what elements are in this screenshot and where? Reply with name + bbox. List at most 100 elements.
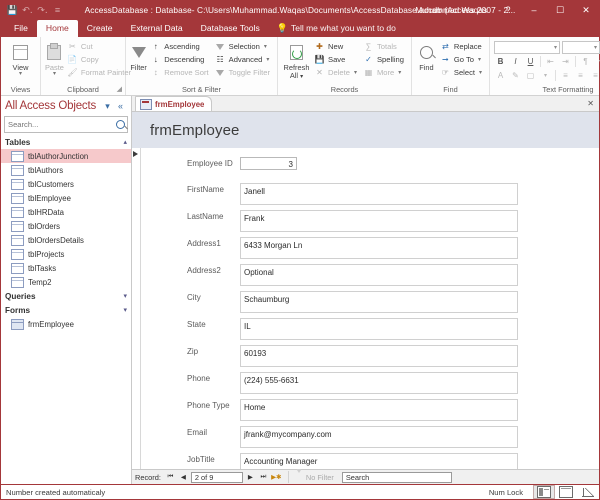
dialog-launcher-icon[interactable]: ◢ bbox=[117, 84, 122, 95]
record-search-input[interactable]: Search bbox=[342, 472, 452, 483]
minimize-button[interactable]: – bbox=[521, 1, 547, 19]
close-button[interactable]: ✕ bbox=[573, 1, 599, 19]
first-record-icon[interactable]: ⏮ bbox=[165, 472, 176, 483]
last-record-icon[interactable]: ⏭ bbox=[258, 472, 269, 483]
nav-group-forms[interactable]: Forms ▾ bbox=[1, 303, 131, 317]
help-icon[interactable]: ? bbox=[495, 1, 521, 19]
filter-button[interactable]: Filter bbox=[130, 39, 147, 72]
delete-record-button[interactable]: ✕ Delete ▾ bbox=[311, 66, 360, 79]
format-painter-button[interactable]: 🖌 Format Painter bbox=[64, 66, 134, 79]
state-field[interactable]: IL bbox=[240, 318, 518, 340]
nav-item-tblauthors[interactable]: tblAuthors bbox=[1, 163, 131, 177]
replace-button[interactable]: ⇄ Replace bbox=[437, 40, 485, 53]
advanced-button[interactable]: ☷ Advanced ▾ bbox=[212, 53, 273, 66]
go-to-button[interactable]: ➞ Go To ▾ bbox=[437, 53, 485, 66]
document-tab-frmemployee[interactable]: frmEmployee bbox=[135, 96, 212, 111]
chevron-down-icon[interactable]: ▾ bbox=[123, 306, 127, 314]
nav-item-frmemployee[interactable]: frmEmployee bbox=[1, 317, 131, 331]
jobtitle-field[interactable]: Accounting Manager bbox=[240, 453, 518, 469]
nav-group-queries[interactable]: Queries ▾ bbox=[1, 289, 131, 303]
navigation-object-list[interactable]: Tables ▴ tblAuthorJunction tblAuthors tb… bbox=[1, 135, 131, 484]
remove-sort-button[interactable]: ↕ Remove Sort bbox=[147, 66, 211, 79]
nav-item-tblemployee[interactable]: tblEmployee bbox=[1, 191, 131, 205]
paste-button[interactable]: Paste ▾ bbox=[45, 39, 64, 77]
navigation-search[interactable] bbox=[4, 116, 128, 133]
filter-status[interactable]: No Filter bbox=[288, 471, 340, 483]
new-record-button[interactable]: ✚ New bbox=[311, 40, 360, 53]
new-record-icon[interactable]: ▶✱ bbox=[271, 472, 282, 483]
undo-icon[interactable]: ↶․ bbox=[21, 3, 34, 17]
font-size-select[interactable]: ▾ bbox=[562, 41, 600, 54]
nav-item-tblorders[interactable]: tblOrders bbox=[1, 219, 131, 233]
nav-item-tblordersdetails[interactable]: tblOrdersDetails bbox=[1, 233, 131, 247]
indent-increase-icon[interactable]: ⇥ bbox=[559, 55, 572, 67]
italic-icon[interactable]: I bbox=[509, 55, 522, 67]
layout-view-button[interactable] bbox=[555, 485, 577, 499]
find-button[interactable]: Find bbox=[416, 39, 437, 72]
zip-field[interactable]: 60193 bbox=[240, 345, 518, 367]
tab-create[interactable]: Create bbox=[78, 20, 122, 37]
chevron-down-icon[interactable]: ▾ bbox=[539, 69, 552, 81]
nav-item-tblcustomers[interactable]: tblCustomers bbox=[1, 177, 131, 191]
tab-home[interactable]: Home bbox=[37, 20, 78, 37]
phone-field[interactable]: (224) 555-6631 bbox=[240, 372, 518, 394]
align-left-icon[interactable]: ≡ bbox=[559, 69, 572, 81]
lastname-field[interactable]: Frank bbox=[240, 210, 518, 232]
chevron-down-icon[interactable]: ▾ bbox=[594, 55, 600, 67]
align-center-icon[interactable]: ≡ bbox=[574, 69, 587, 81]
highlight-icon[interactable]: ✎ bbox=[509, 69, 522, 81]
maximize-button[interactable]: ☐ bbox=[547, 1, 573, 19]
tab-external-data[interactable]: External Data bbox=[122, 20, 192, 37]
selection-button[interactable]: Selection ▾ bbox=[212, 40, 273, 53]
address1-field[interactable]: 6433 Morgan Ln bbox=[240, 237, 518, 259]
ascending-button[interactable]: ↑ Ascending bbox=[147, 40, 211, 53]
save-icon[interactable]: 💾 bbox=[6, 3, 19, 17]
bold-icon[interactable]: B bbox=[494, 55, 507, 67]
nav-item-tbltasks[interactable]: tblTasks bbox=[1, 261, 131, 275]
user-account-name[interactable]: Muhammad Waqas bbox=[407, 5, 495, 15]
form-view-button[interactable] bbox=[533, 485, 555, 499]
employee-id-field[interactable]: 3 bbox=[240, 157, 297, 170]
redo-icon[interactable]: ↷․ bbox=[36, 3, 49, 17]
close-document-icon[interactable]: ✕ bbox=[587, 97, 599, 111]
save-record-button[interactable]: 💾 Save bbox=[311, 53, 360, 66]
select-button[interactable]: ☞ Select ▾ bbox=[437, 66, 485, 79]
descending-button[interactable]: ↓ Descending bbox=[147, 53, 211, 66]
align-right-icon[interactable]: ≡ bbox=[589, 69, 600, 81]
tab-database-tools[interactable]: Database Tools bbox=[192, 20, 269, 37]
nav-item-tblprojects[interactable]: tblProjects bbox=[1, 247, 131, 261]
firstname-field[interactable]: Janell bbox=[240, 183, 518, 205]
nav-menu-icon[interactable]: ▾ bbox=[101, 100, 114, 113]
shutter-bar-close-icon[interactable]: « bbox=[114, 100, 127, 113]
more-button[interactable]: ▦ More ▾ bbox=[360, 66, 407, 79]
chevron-down-icon[interactable]: ▾ bbox=[123, 292, 127, 300]
phone-type-field[interactable]: Home bbox=[240, 399, 518, 421]
customize-qat-icon[interactable]: ≡ bbox=[51, 3, 64, 17]
cut-button[interactable]: ✂ Cut bbox=[64, 40, 134, 53]
nav-group-tables[interactable]: Tables ▴ bbox=[1, 135, 131, 149]
spelling-button[interactable]: ✓ Spelling bbox=[360, 53, 407, 66]
view-button[interactable]: View ▾ bbox=[5, 39, 36, 77]
tell-me-search[interactable]: 💡 Tell me what you want to do bbox=[269, 20, 404, 37]
text-direction-icon[interactable]: ¶ bbox=[579, 55, 592, 67]
email-field[interactable]: jfrank@mycompany.com bbox=[240, 426, 518, 448]
tab-file[interactable]: File bbox=[5, 20, 37, 37]
search-input[interactable] bbox=[5, 118, 114, 131]
city-field[interactable]: Schaumburg bbox=[240, 291, 518, 313]
chevron-up-icon[interactable]: ▴ bbox=[123, 138, 127, 146]
design-view-button[interactable] bbox=[577, 485, 599, 499]
next-record-icon[interactable]: ▶ bbox=[245, 472, 256, 483]
font-color-icon[interactable]: A bbox=[494, 69, 507, 81]
totals-button[interactable]: ∑ Totals bbox=[360, 40, 407, 53]
nav-item-tblauthorjunction[interactable]: tblAuthorJunction bbox=[1, 149, 131, 163]
nav-item-tblhrdata[interactable]: tblHRData bbox=[1, 205, 131, 219]
font-name-select[interactable]: ▾ bbox=[494, 41, 560, 54]
indent-decrease-icon[interactable]: ⇤ bbox=[544, 55, 557, 67]
record-position-field[interactable]: 2 of 9 bbox=[191, 472, 243, 483]
address2-field[interactable]: Optional bbox=[240, 264, 518, 286]
previous-record-icon[interactable]: ◀ bbox=[178, 472, 189, 483]
background-color-icon[interactable]: ▢ bbox=[524, 69, 537, 81]
copy-button[interactable]: 📄 Copy bbox=[64, 53, 134, 66]
toggle-filter-button[interactable]: Toggle Filter bbox=[212, 66, 273, 79]
underline-icon[interactable]: U bbox=[524, 55, 537, 67]
